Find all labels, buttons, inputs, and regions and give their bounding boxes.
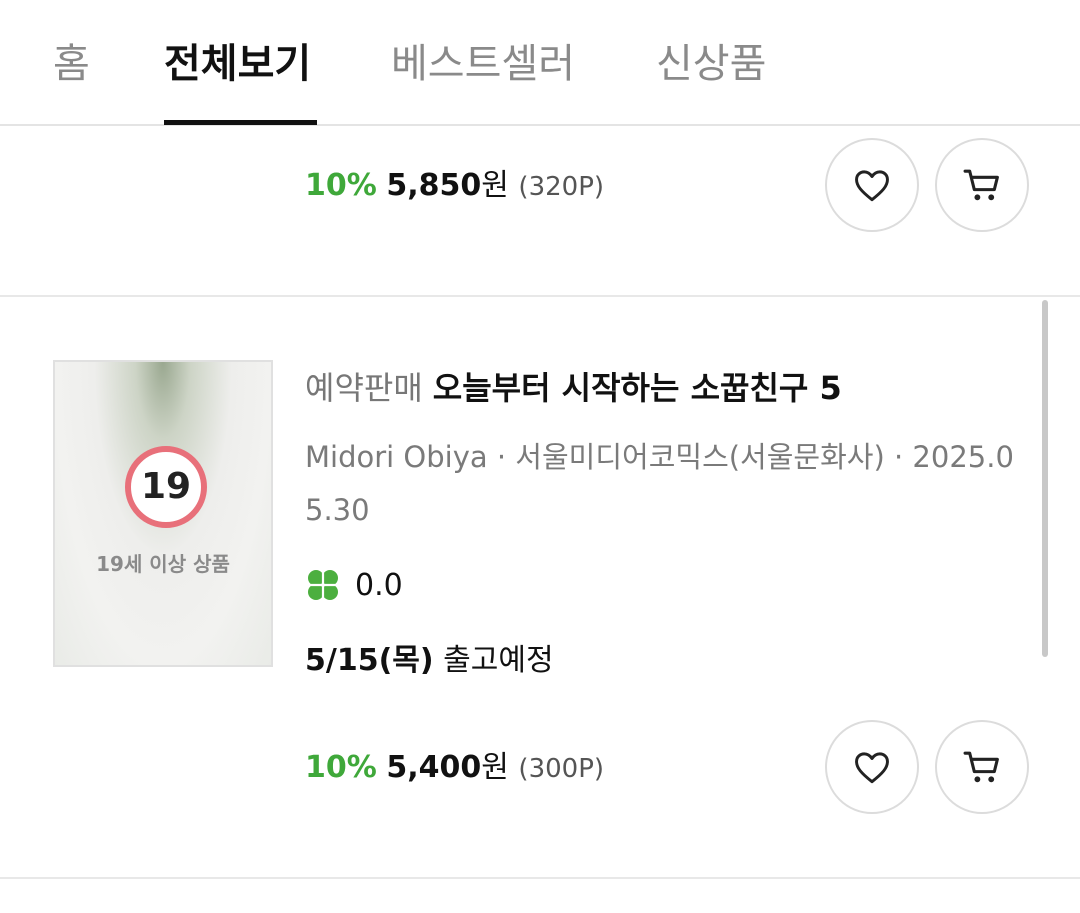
- active-tab-indicator: [164, 120, 317, 125]
- heart-icon: [855, 752, 889, 784]
- currency: 원: [481, 750, 509, 785]
- currency: 원: [481, 168, 509, 203]
- item-divider: [0, 295, 1080, 297]
- preorder-badge: 예약판매: [305, 369, 423, 407]
- tab-bestseller[interactable]: 베스트셀러: [391, 36, 575, 92]
- sale-price: 5,850: [386, 168, 482, 203]
- cart-icon: [963, 751, 999, 783]
- add-to-cart-button[interactable]: [935, 720, 1029, 814]
- wishlist-button[interactable]: [825, 138, 919, 232]
- add-to-cart-button[interactable]: [935, 138, 1029, 232]
- cart-icon: [963, 169, 999, 201]
- category-tabs: 홈 전체보기 베스트셀러 신상품: [0, 0, 1080, 126]
- wishlist-button[interactable]: [825, 720, 919, 814]
- adult-only-icon: 19: [125, 446, 207, 528]
- scrollbar[interactable]: [1042, 300, 1048, 657]
- book-cover-adult-placeholder[interactable]: 19 19세 이상 상품: [53, 360, 273, 667]
- clover-icon: [308, 570, 338, 600]
- book-title-line[interactable]: 예약판매 오늘부터 시작하는 소꿉친구 5: [305, 364, 842, 412]
- rating-score: 0.0: [355, 567, 403, 603]
- discount-rate: 10%: [305, 168, 377, 203]
- rating: 0.0: [305, 565, 403, 605]
- discount-rate: 10%: [305, 750, 377, 785]
- item-2-price-row: 10% 5,400원 (300P): [305, 748, 604, 789]
- adult-only-label: 19세 이상 상품: [96, 552, 230, 576]
- reward-points: (300P): [518, 754, 605, 784]
- tab-all[interactable]: 전체보기: [164, 36, 311, 92]
- heart-icon: [855, 170, 889, 202]
- sale-price: 5,400: [386, 750, 482, 785]
- item-1-price-row: 10% 5,850원 (320P): [305, 166, 604, 207]
- book-title[interactable]: 오늘부터 시작하는 소꿉친구 5: [433, 369, 842, 407]
- age-limit-number: 19: [140, 466, 192, 507]
- tab-home[interactable]: 홈: [53, 36, 90, 92]
- reward-points: (320P): [518, 172, 605, 202]
- tab-new[interactable]: 신상품: [656, 36, 766, 92]
- item-divider: [0, 877, 1080, 879]
- ship-date: 5/15(목): [305, 643, 434, 678]
- book-meta: Midori Obiya · 서울미디어코믹스(서울문화사) · 2025.05…: [305, 440, 1014, 527]
- ship-label: 출고예정: [443, 643, 554, 678]
- shipping-info: 5/15(목) 출고예정: [305, 639, 554, 683]
